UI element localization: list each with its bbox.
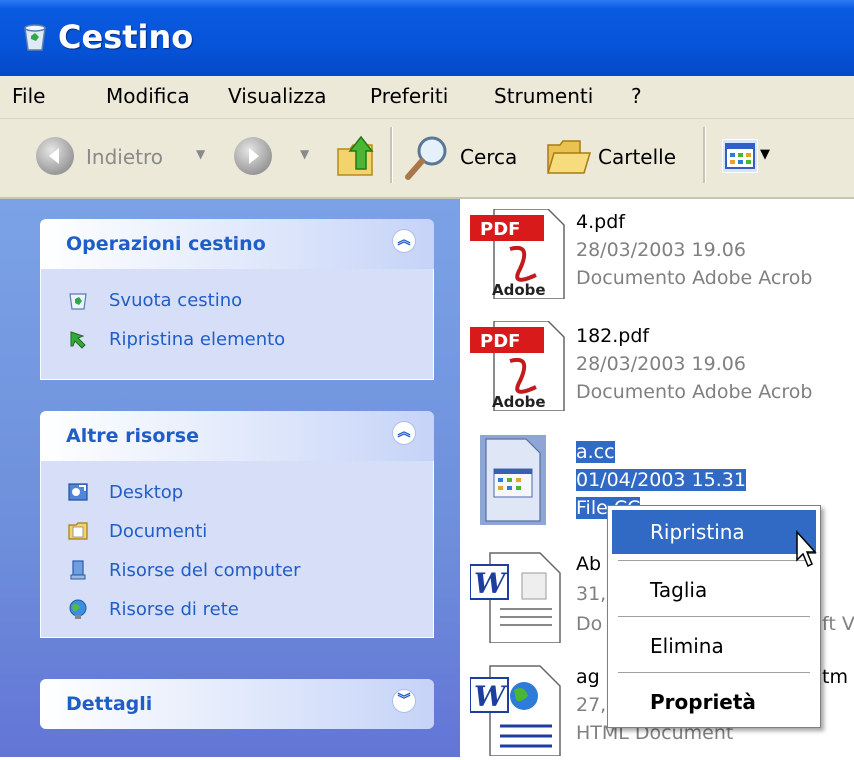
collapse-chevron-icon[interactable]: ︽ bbox=[392, 421, 416, 445]
panel-body: Svuota cestino Ripristina elemento bbox=[40, 269, 434, 380]
panel-title: Altre risorse bbox=[66, 425, 199, 447]
toolbar-separator bbox=[390, 127, 393, 183]
folders-button[interactable]: Cartelle bbox=[598, 145, 676, 169]
recycle-bin-icon bbox=[22, 22, 48, 52]
file-date: 28/03/2003 19.06 bbox=[576, 239, 746, 261]
file-type: Documento Adobe Acrob bbox=[576, 267, 813, 289]
title-bar[interactable]: Cestino bbox=[0, 0, 854, 76]
menu-separator bbox=[618, 672, 810, 673]
panel-header[interactable]: Dettagli ︾ bbox=[40, 679, 434, 729]
panel-header[interactable]: Operazioni cestino ︽ bbox=[40, 219, 434, 269]
svg-text:Adobe: Adobe bbox=[492, 393, 546, 411]
back-arrow-icon[interactable] bbox=[36, 137, 74, 175]
file-name: ag bbox=[576, 666, 600, 688]
menu-file[interactable]: File bbox=[12, 84, 45, 108]
list-item[interactable]: PDF Adobe 4.pdf 28/03/2003 19.06 Documen… bbox=[460, 208, 854, 309]
menu-item-properties[interactable]: Proprietà bbox=[612, 680, 816, 724]
file-name: a.cc bbox=[576, 441, 615, 463]
svg-text:Adobe: Adobe bbox=[492, 281, 546, 299]
collapse-chevron-icon[interactable]: ︽ bbox=[392, 229, 416, 253]
documents-folder-icon bbox=[68, 522, 88, 540]
file-date: 28/03/2003 19.06 bbox=[576, 353, 746, 375]
generic-file-icon bbox=[480, 435, 546, 529]
restore-arrow-icon bbox=[70, 331, 86, 349]
menu-bar: File Modifica Visualizza Preferiti Strum… bbox=[0, 76, 854, 119]
svg-text:PDF: PDF bbox=[480, 331, 520, 352]
panel-header[interactable]: Altre risorse ︽ bbox=[40, 411, 434, 461]
window-title: Cestino bbox=[58, 18, 194, 56]
forward-dropdown-icon[interactable]: ▼ bbox=[300, 147, 309, 161]
panel-title: Dettagli bbox=[66, 693, 153, 715]
details-panel: Dettagli ︾ bbox=[40, 679, 434, 729]
desktop-icon bbox=[68, 483, 88, 501]
search-icon[interactable] bbox=[404, 133, 452, 185]
svg-text:W: W bbox=[474, 680, 508, 713]
menu-item-cut[interactable]: Taglia bbox=[612, 568, 816, 612]
menu-view[interactable]: Visualizza bbox=[228, 84, 327, 108]
expand-chevron-icon[interactable]: ︾ bbox=[392, 689, 416, 713]
panel-body: Desktop Documenti Risorse del computer R… bbox=[40, 461, 434, 638]
file-name-tail: tm bbox=[822, 666, 848, 688]
toolbar-separator bbox=[703, 127, 706, 183]
menu-item-delete[interactable]: Elimina bbox=[612, 624, 816, 668]
panel-title: Operazioni cestino bbox=[66, 233, 266, 255]
file-name: 4.pdf bbox=[576, 211, 625, 233]
mouse-pointer-icon bbox=[795, 530, 819, 576]
menu-separator bbox=[618, 616, 810, 617]
pdf-file-icon: PDF Adobe bbox=[470, 320, 570, 415]
task-pane: Operazioni cestino ︽ Svuota cestino Ripr… bbox=[0, 199, 460, 757]
recycle-tasks-panel: Operazioni cestino ︽ Svuota cestino Ripr… bbox=[40, 219, 434, 380]
search-button[interactable]: Cerca bbox=[460, 145, 517, 169]
toolbar: Indietro ▼ ▼ Cerca Cartelle ▼ bbox=[0, 119, 854, 199]
context-menu: Ripristina Taglia Elimina Proprietà bbox=[607, 505, 821, 728]
html-document-icon: W bbox=[469, 664, 570, 760]
menu-edit[interactable]: Modifica bbox=[106, 84, 190, 108]
menu-help[interactable]: ? bbox=[631, 84, 642, 108]
file-date: 31, bbox=[576, 583, 607, 605]
views-icon[interactable] bbox=[722, 139, 758, 173]
back-button[interactable]: Indietro bbox=[86, 145, 163, 169]
folders-icon[interactable] bbox=[546, 137, 592, 181]
back-dropdown-icon[interactable]: ▼ bbox=[196, 147, 205, 161]
menu-favorites[interactable]: Preferiti bbox=[370, 84, 448, 108]
file-type-tail: ft V bbox=[822, 613, 854, 635]
file-name: Ab bbox=[576, 553, 602, 575]
up-folder-icon[interactable] bbox=[334, 133, 378, 183]
empty-bin-icon bbox=[69, 293, 87, 310]
svg-text:W: W bbox=[474, 567, 508, 600]
pdf-file-icon: PDF Adobe bbox=[470, 208, 570, 303]
views-dropdown-icon[interactable]: ▼ bbox=[760, 147, 770, 162]
list-item[interactable]: PDF Adobe 182.pdf 28/03/2003 19.06 Docum… bbox=[460, 320, 854, 421]
file-name: 182.pdf bbox=[576, 325, 650, 347]
svg-text:PDF: PDF bbox=[480, 219, 520, 240]
forward-arrow-icon[interactable] bbox=[234, 137, 272, 175]
file-type: Documento Adobe Acrob bbox=[576, 381, 813, 403]
file-type: Do bbox=[576, 613, 603, 635]
menu-tools[interactable]: Strumenti bbox=[494, 84, 593, 108]
menu-separator bbox=[618, 560, 810, 561]
file-date: 27, bbox=[576, 694, 607, 716]
menu-item-restore[interactable]: Ripristina bbox=[612, 510, 816, 554]
network-globe-icon bbox=[69, 599, 87, 619]
other-places-panel: Altre risorse ︽ Desktop Documenti Risors… bbox=[40, 411, 434, 638]
computer-icon bbox=[70, 560, 86, 580]
word-document-icon: W bbox=[469, 551, 570, 647]
file-date: 01/04/2003 15.31 bbox=[576, 469, 746, 491]
